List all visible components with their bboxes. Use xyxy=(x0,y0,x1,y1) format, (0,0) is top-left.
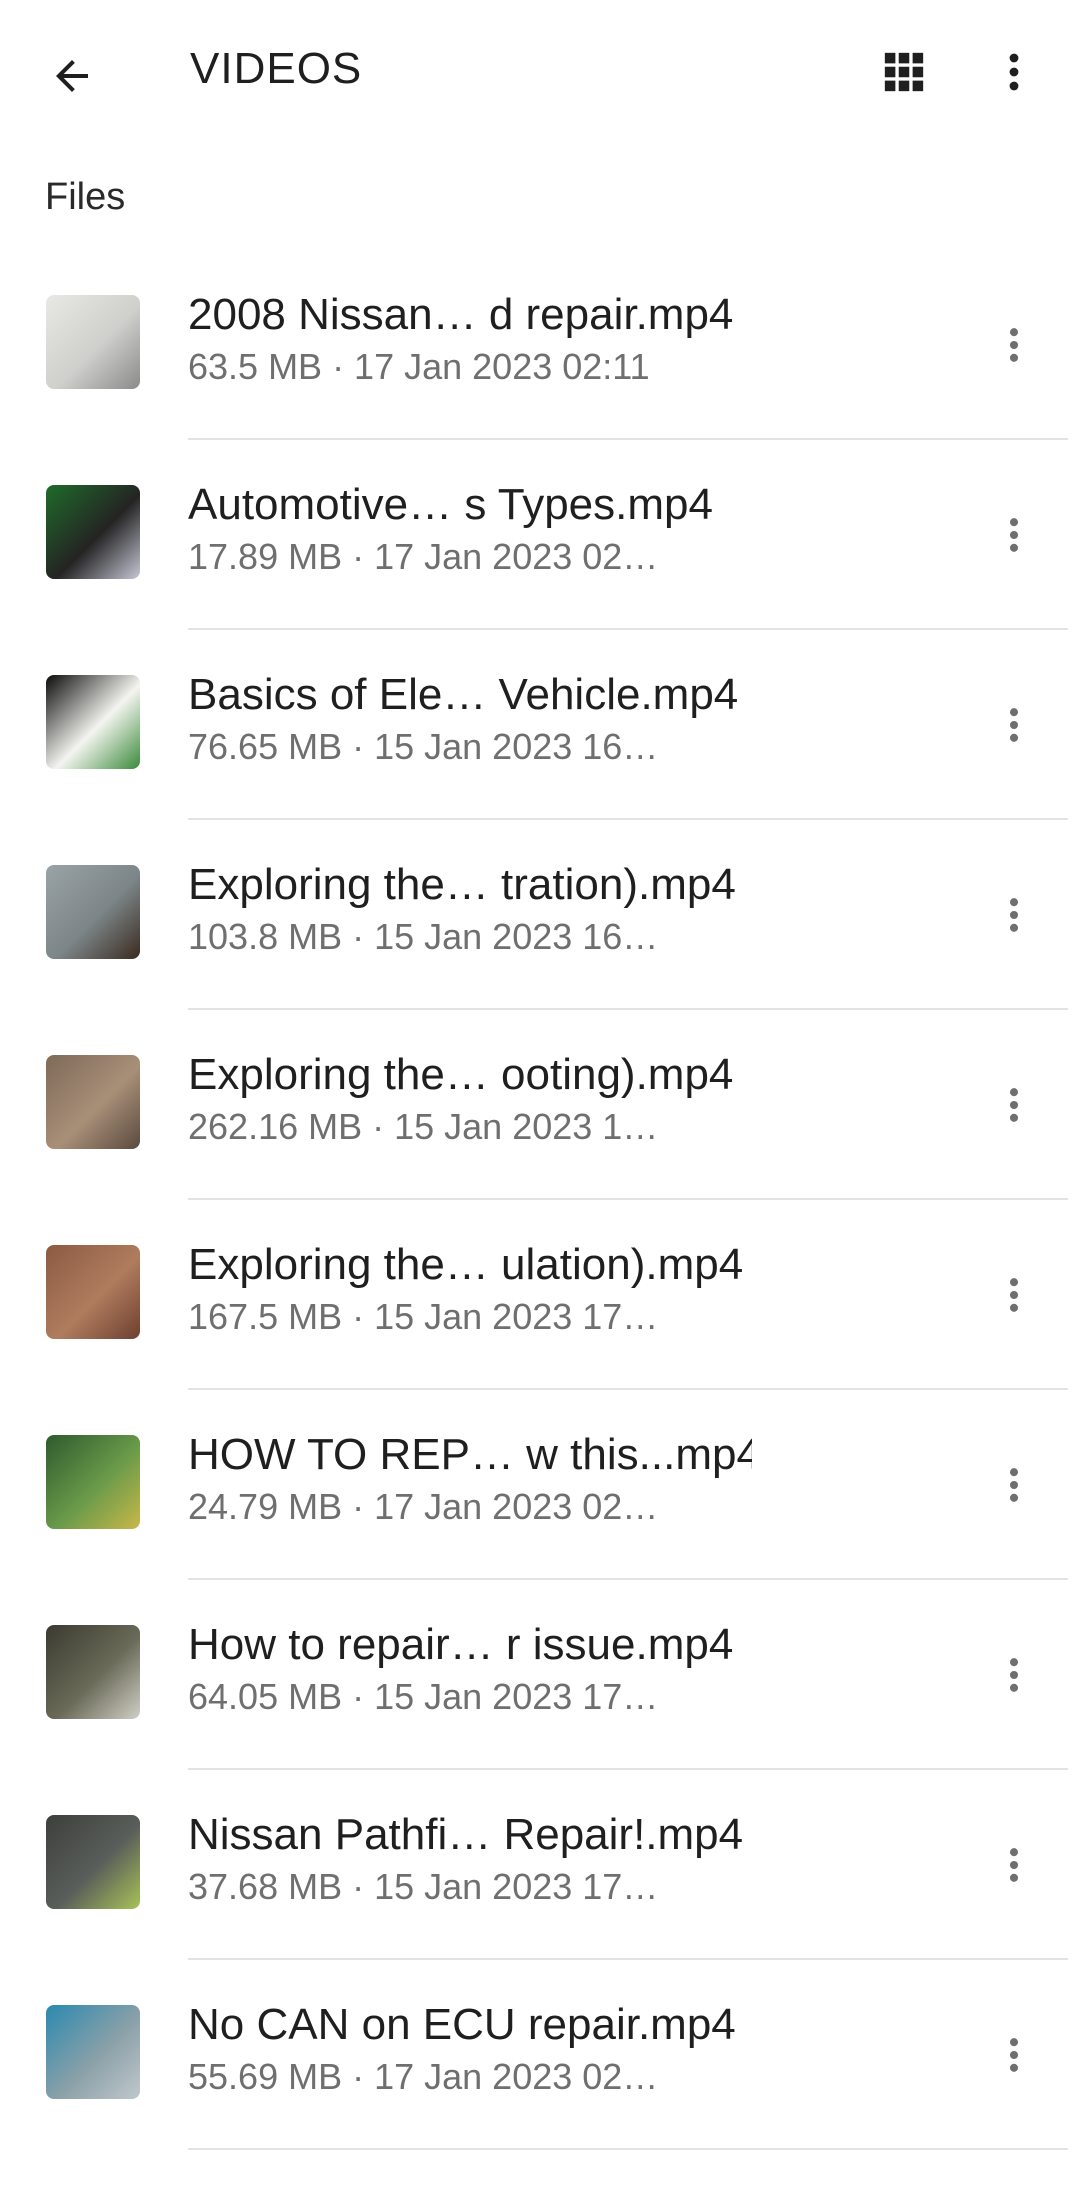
video-thumbnail xyxy=(46,1055,140,1149)
list-item[interactable]: How to repair… r issue.mp4 64.05 MB · 15 … xyxy=(0,1580,1080,1770)
item-more-button[interactable] xyxy=(970,1441,1058,1529)
item-more-button[interactable] xyxy=(970,871,1058,959)
more-vert-icon xyxy=(1009,1658,1019,1692)
more-vert-icon xyxy=(1009,2038,1019,2072)
file-name: How to repair… r issue.mp4 xyxy=(188,1620,734,1669)
grid-view-button[interactable] xyxy=(860,28,948,116)
file-meta: 167.5 MB · 15 Jan 2023 17… xyxy=(188,1296,659,1337)
item-more-button[interactable] xyxy=(970,1251,1058,1339)
more-vert-icon xyxy=(1009,1848,1019,1882)
item-more-button[interactable] xyxy=(970,1061,1058,1149)
file-meta: 63.5 MB · 17 Jan 2023 02:11 xyxy=(188,346,650,387)
file-text: Exploring the… tration).mp4 103.8 MB · 15… xyxy=(188,858,752,960)
more-vert-icon xyxy=(1009,898,1019,932)
item-more-button[interactable] xyxy=(970,1821,1058,1909)
file-meta: 262.16 MB · 15 Jan 2023 1… xyxy=(188,1106,659,1147)
video-thumbnail xyxy=(46,865,140,959)
file-name: Exploring the… ooting).mp4 xyxy=(188,1050,734,1099)
item-more-button[interactable] xyxy=(970,1631,1058,1719)
item-more-button[interactable] xyxy=(970,681,1058,769)
file-text: Exploring the… ooting).mp4 262.16 MB · 15… xyxy=(188,1048,752,1150)
file-name: No CAN on ECU repair.mp4 xyxy=(188,2000,736,2049)
file-meta: 103.8 MB · 15 Jan 2023 16… xyxy=(188,916,659,957)
list-item[interactable]: HOW TO REP… w this...mp4 24.79 MB · 17 Ja… xyxy=(0,1390,1080,1580)
divider xyxy=(188,2148,1068,2150)
item-more-button[interactable] xyxy=(970,2011,1058,2099)
file-meta: 64.05 MB · 15 Jan 2023 17… xyxy=(188,1676,659,1717)
more-options-button[interactable] xyxy=(970,28,1058,116)
list-item[interactable]: Automotive… s Types.mp4 17.89 MB · 17 Jan… xyxy=(0,440,1080,630)
item-more-button[interactable] xyxy=(970,301,1058,389)
file-name: HOW TO REP… w this...mp4 xyxy=(188,1430,752,1479)
list-item[interactable]: Nissan Pathfi… Repair!.mp4 37.68 MB · 15 … xyxy=(0,1770,1080,1960)
file-name: Exploring the… ulation).mp4 xyxy=(188,1240,744,1289)
file-name: 2008 Nissan… d repair.mp4 xyxy=(188,290,734,339)
file-text: HOW TO REP… w this...mp4 24.79 MB · 17 Ja… xyxy=(188,1428,752,1530)
file-meta: 17.89 MB · 17 Jan 2023 02… xyxy=(188,536,659,577)
file-text: Basics of Ele… Vehicle.mp4 76.65 MB · 15 … xyxy=(188,668,752,770)
list-item[interactable]: Exploring the… ooting).mp4 262.16 MB · 15… xyxy=(0,1010,1080,1200)
list-item[interactable]: Exploring the… tration).mp4 103.8 MB · 15… xyxy=(0,820,1080,1010)
back-button[interactable] xyxy=(28,32,116,120)
file-text: Exploring the… ulation).mp4 167.5 MB · 15… xyxy=(188,1238,752,1340)
arrow-back-icon xyxy=(56,60,88,92)
video-thumbnail xyxy=(46,1625,140,1719)
file-list: 2008 Nissan… d repair.mp4 63.5 MB · 17 Ja… xyxy=(0,250,1080,2150)
more-vert-icon xyxy=(1009,53,1019,91)
section-header-files: Files xyxy=(45,176,126,218)
file-name: Basics of Ele… Vehicle.mp4 xyxy=(188,670,739,719)
file-text: How to repair… r issue.mp4 64.05 MB · 15 … xyxy=(188,1618,752,1720)
more-vert-icon xyxy=(1009,708,1019,742)
video-thumbnail xyxy=(46,1245,140,1339)
file-text: No CAN on ECU repair.mp4 55.69 MB · 17 Ja… xyxy=(188,1998,752,2100)
top-app-bar: VIDEOS xyxy=(0,0,1080,150)
video-thumbnail xyxy=(46,675,140,769)
more-vert-icon xyxy=(1009,1468,1019,1502)
list-item[interactable]: Basics of Ele… Vehicle.mp4 76.65 MB · 15 … xyxy=(0,630,1080,820)
video-thumbnail xyxy=(46,1815,140,1909)
file-meta: 37.68 MB · 15 Jan 2023 17… xyxy=(188,1866,659,1907)
item-more-button[interactable] xyxy=(970,491,1058,579)
file-meta: 55.69 MB · 17 Jan 2023 02… xyxy=(188,2056,659,2097)
more-vert-icon xyxy=(1009,1088,1019,1122)
file-meta: 76.65 MB · 15 Jan 2023 16… xyxy=(188,726,659,767)
video-thumbnail xyxy=(46,295,140,389)
list-item[interactable]: 2008 Nissan… d repair.mp4 63.5 MB · 17 Ja… xyxy=(0,250,1080,440)
file-text: 2008 Nissan… d repair.mp4 63.5 MB · 17 Ja… xyxy=(188,288,752,390)
file-name: Exploring the… tration).mp4 xyxy=(188,860,736,909)
page-title: VIDEOS xyxy=(190,44,363,93)
grid-view-icon xyxy=(884,52,924,92)
list-item[interactable]: Exploring the… ulation).mp4 167.5 MB · 15… xyxy=(0,1200,1080,1390)
file-name: Automotive… s Types.mp4 xyxy=(188,480,713,529)
list-item[interactable]: No CAN on ECU repair.mp4 55.69 MB · 17 Ja… xyxy=(0,1960,1080,2150)
file-text: Nissan Pathfi… Repair!.mp4 37.68 MB · 15 … xyxy=(188,1808,752,1910)
file-meta: 24.79 MB · 17 Jan 2023 02… xyxy=(188,1486,659,1527)
more-vert-icon xyxy=(1009,518,1019,552)
more-vert-icon xyxy=(1009,328,1019,362)
video-thumbnail xyxy=(46,2005,140,2099)
file-name: Nissan Pathfi… Repair!.mp4 xyxy=(188,1810,744,1859)
file-text: Automotive… s Types.mp4 17.89 MB · 17 Jan… xyxy=(188,478,752,580)
video-thumbnail xyxy=(46,1435,140,1529)
video-thumbnail xyxy=(46,485,140,579)
more-vert-icon xyxy=(1009,1278,1019,1312)
